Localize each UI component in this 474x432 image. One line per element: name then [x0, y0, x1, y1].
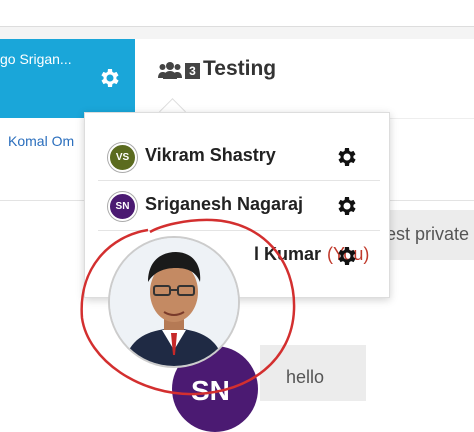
- top-gap: [0, 27, 474, 39]
- message-bubble: hello: [260, 345, 366, 401]
- member-count-badge: 3: [185, 63, 200, 79]
- users-icon[interactable]: [158, 61, 182, 79]
- message-text: hello: [286, 367, 325, 387]
- gear-icon[interactable]: [334, 145, 358, 169]
- row-separator: [98, 230, 380, 231]
- gear-icon[interactable]: [334, 244, 358, 268]
- avatar-initials: SN: [191, 375, 230, 406]
- person-photo-icon: [110, 238, 238, 366]
- gear-icon[interactable]: [334, 194, 358, 218]
- gear-icon[interactable]: [97, 66, 121, 90]
- member-row[interactable]: SN Sriganesh Nagaraj: [98, 184, 380, 228]
- message-text: est private: [386, 224, 470, 244]
- chat-tab-label: go Srigan...: [0, 51, 72, 67]
- profile-photo: [108, 236, 240, 368]
- avatar: VS: [108, 143, 137, 172]
- top-bar: [0, 0, 474, 27]
- chat-participants-label[interactable]: Komal Om: [8, 133, 74, 149]
- member-row[interactable]: VS Vikram Shastry: [98, 135, 380, 179]
- member-name-text: l Kumar: [254, 244, 322, 264]
- chat-title[interactable]: Testing: [203, 57, 276, 81]
- row-separator: [98, 180, 380, 181]
- message-bubble: est private: [380, 210, 474, 260]
- chat-header: [135, 39, 474, 119]
- member-name: Sriganesh Nagaraj: [145, 194, 304, 214]
- active-chat-tab[interactable]: go Srigan...: [0, 39, 135, 118]
- avatar: SN: [108, 192, 137, 221]
- member-name: Vikram Shastry: [145, 145, 276, 165]
